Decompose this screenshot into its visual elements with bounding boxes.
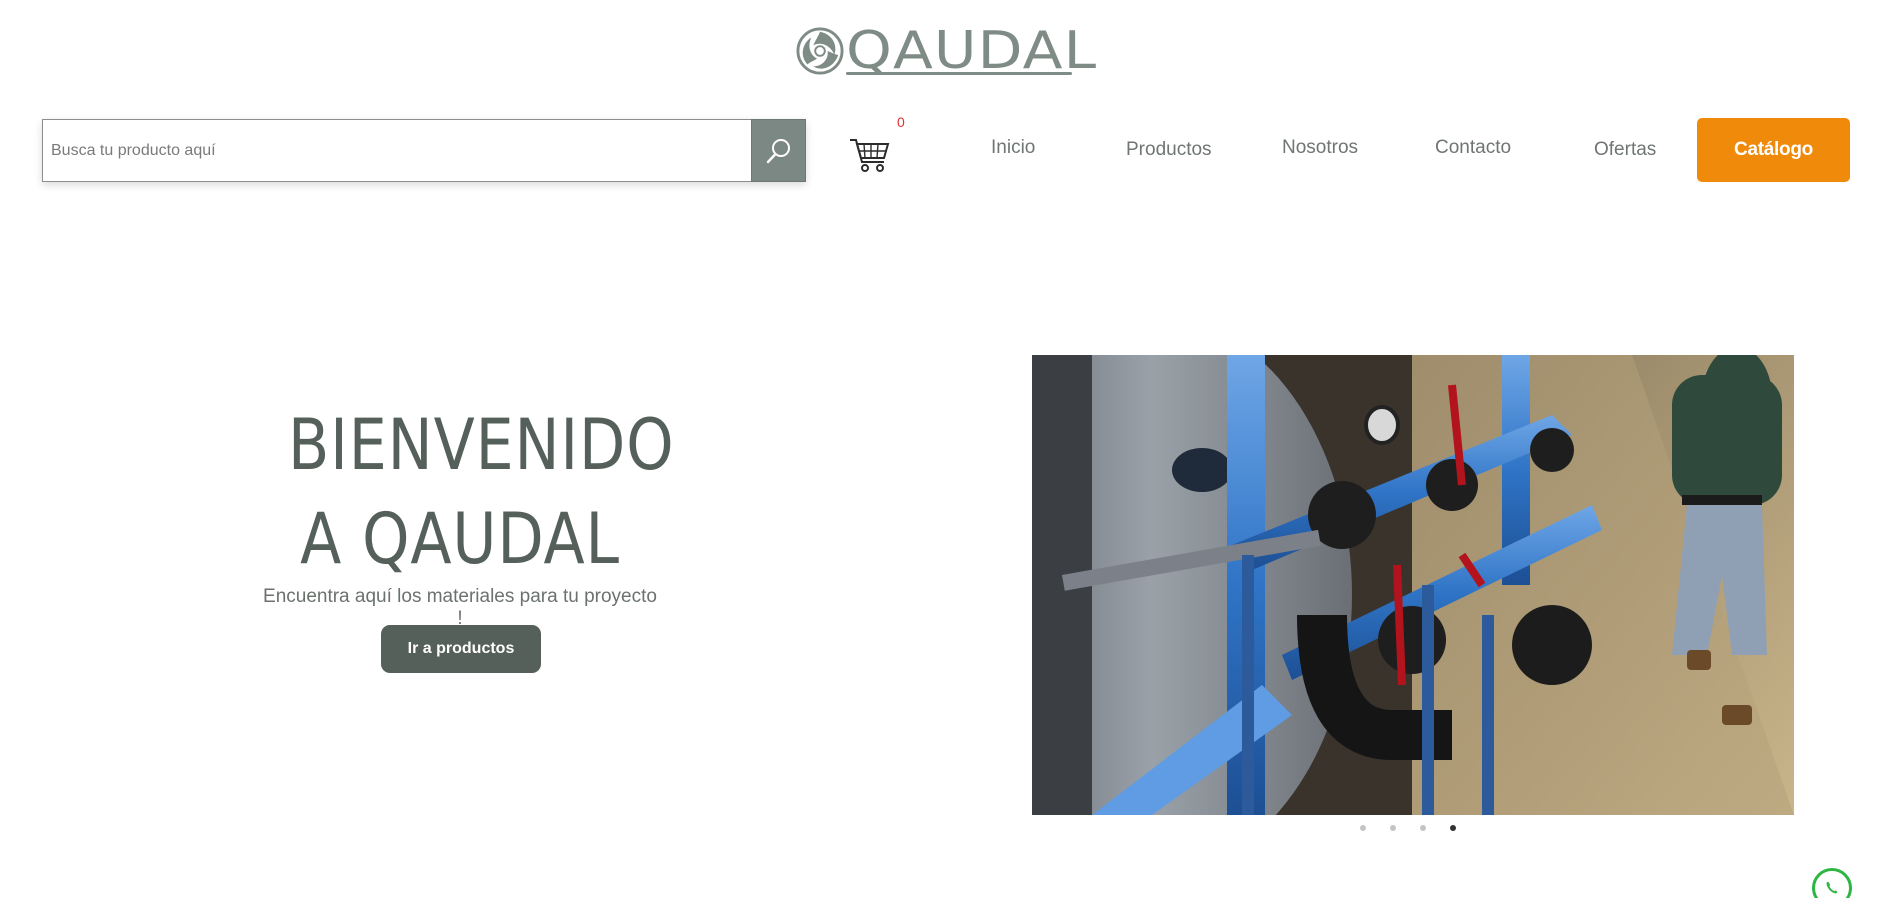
search-button[interactable] (751, 119, 806, 182)
cart-button[interactable] (848, 134, 890, 174)
search-bar (42, 119, 806, 182)
hero-title: BIENVENIDO A QAUDAL (288, 398, 675, 586)
hero-title-line-2: A QAUDAL (300, 498, 620, 580)
slider-dot-4[interactable] (1450, 825, 1456, 831)
catalog-button[interactable]: Catálogo (1697, 118, 1850, 182)
logo-swirl-icon (796, 27, 844, 75)
site-logo[interactable]: QAUDAL (796, 20, 1096, 82)
search-icon (766, 138, 790, 163)
slider-dots (1360, 825, 1456, 831)
slider-dot-3[interactable] (1420, 825, 1426, 831)
whatsapp-button[interactable] (1812, 868, 1852, 898)
search-input[interactable] (42, 119, 751, 182)
whatsapp-icon (1826, 882, 1838, 894)
hero-subtitle: Encuentra aquí los materiales para tu pr… (263, 586, 657, 629)
nav-nosotros[interactable]: Nosotros (1282, 137, 1358, 159)
slider-dot-2[interactable] (1390, 825, 1396, 831)
cart-icon (850, 139, 890, 172)
nav-inicio[interactable]: Inicio (991, 137, 1035, 159)
logo-wordmark: QAUDAL (846, 21, 1098, 81)
go-to-products-button[interactable]: Ir a productos (381, 625, 541, 673)
slider-dot-1[interactable] (1360, 825, 1366, 831)
hero-title-line-1: BIENVENIDO (288, 404, 675, 486)
nav-contacto[interactable]: Contacto (1435, 137, 1511, 159)
nav-productos[interactable]: Productos (1126, 139, 1212, 161)
cart-count-badge: 0 (897, 114, 905, 130)
logo-underline (846, 72, 1072, 75)
hero-slide-image (1032, 355, 1794, 815)
nav-ofertas[interactable]: Ofertas (1594, 139, 1656, 161)
